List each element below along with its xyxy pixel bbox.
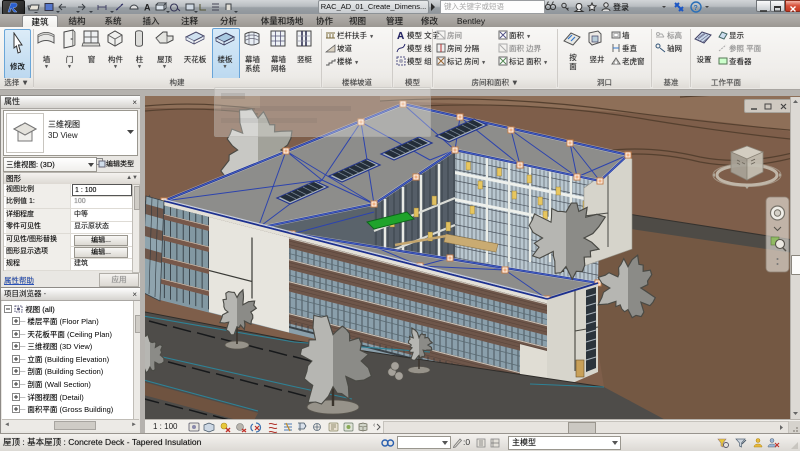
svg-text:A: A [144, 3, 151, 13]
svg-text:A: A [397, 31, 404, 40]
svg-text:?: ? [694, 5, 698, 12]
svg-text:登录: 登录 [613, 2, 629, 12]
